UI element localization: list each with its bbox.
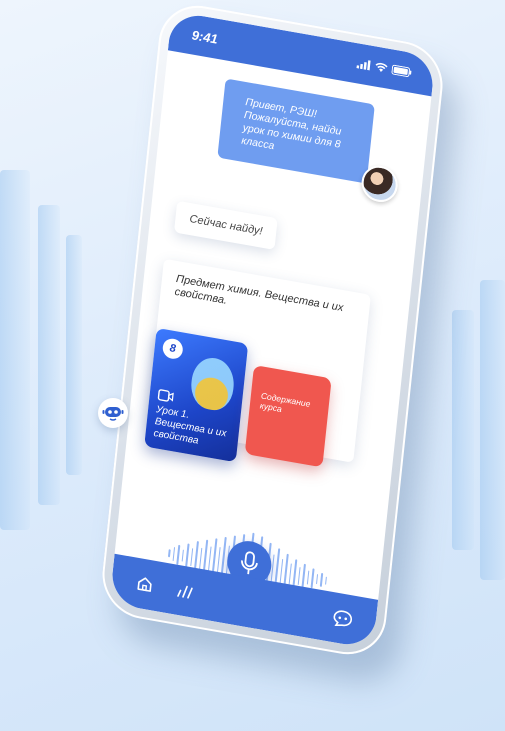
background-stripe xyxy=(66,235,82,475)
microphone-icon xyxy=(241,551,258,575)
waveform-bar xyxy=(198,547,203,570)
background-stripe xyxy=(0,170,30,530)
status-icons xyxy=(356,58,412,78)
user-avatar xyxy=(359,162,400,205)
bot-result-text: Предмет химия. Вещества и их свойства. xyxy=(174,273,344,315)
bot-avatar xyxy=(98,398,128,428)
stats-icon xyxy=(177,585,193,599)
background-stripe xyxy=(38,205,60,505)
chat-button[interactable] xyxy=(331,606,355,632)
waveform-bar xyxy=(315,574,319,585)
waveform-bar xyxy=(288,563,292,586)
home-icon xyxy=(137,577,152,592)
robot-icon xyxy=(102,407,124,421)
wifi-icon xyxy=(375,62,388,72)
bot-message-bubble: Сейчас найду! xyxy=(173,200,279,250)
user-message-bubble: Привет, РЭШ! Пожалуйста, найди урок по х… xyxy=(217,78,375,184)
waveform-bar xyxy=(324,576,327,585)
waveform-bar xyxy=(176,544,180,565)
background: 9:41 Привет, РЭШ! Пожалуйста, найди урок… xyxy=(0,0,505,731)
background-stripe xyxy=(480,280,505,580)
waveform-bar xyxy=(172,546,176,562)
signal-icon xyxy=(356,60,371,71)
phone-mockup: 9:41 Привет, РЭШ! Пожалуйста, найди урок… xyxy=(98,0,447,661)
grade-badge: 8 xyxy=(161,337,184,361)
home-button[interactable] xyxy=(133,571,157,597)
lesson-card[interactable]: 8 Урок 1. Вещества и их свойства xyxy=(144,327,249,463)
waveform-bar xyxy=(189,548,194,567)
flask-illustration xyxy=(189,354,237,414)
video-icon xyxy=(157,389,174,402)
contents-card[interactable]: Содержание курса xyxy=(244,364,332,468)
waveform-bar xyxy=(310,568,315,589)
battery-icon xyxy=(391,64,412,78)
status-time: 9:41 xyxy=(191,26,219,47)
background-stripe xyxy=(452,310,474,550)
stats-button[interactable] xyxy=(172,578,196,604)
contents-card-title: Содержание курса xyxy=(259,390,311,414)
waveform-bar xyxy=(319,572,323,587)
waveform-bar xyxy=(167,549,171,558)
bottom-navigation-left xyxy=(133,571,197,604)
lesson-title: Урок 1. Вещества и их свойства xyxy=(153,404,227,447)
chat-icon xyxy=(333,610,353,627)
waveform-bar xyxy=(306,570,310,585)
waveform-bar xyxy=(181,549,184,562)
waveform-bar xyxy=(297,566,301,585)
